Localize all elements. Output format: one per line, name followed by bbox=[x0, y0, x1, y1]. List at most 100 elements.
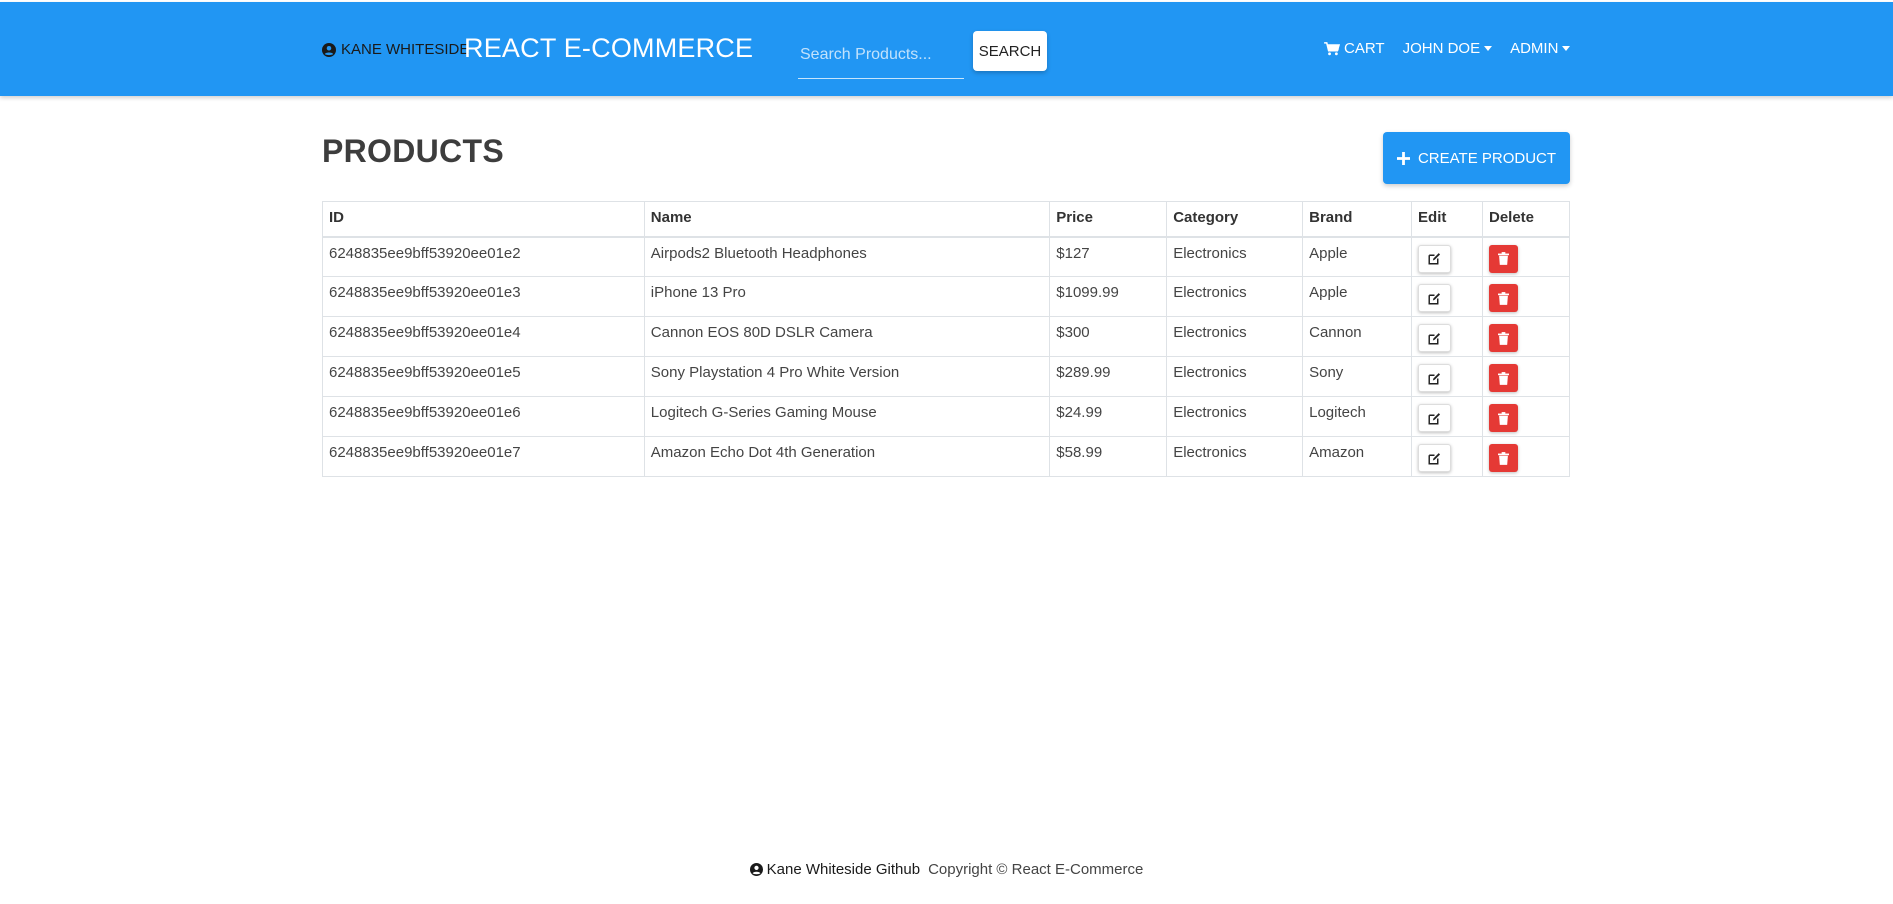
cell-delete bbox=[1481, 236, 1571, 277]
cell-edit bbox=[1411, 236, 1483, 277]
cell-category: Electronics bbox=[1166, 396, 1304, 437]
header-delete: Delete bbox=[1481, 201, 1571, 238]
footer-github-label: Kane Whiteside Github bbox=[766, 861, 921, 878]
cell-category: Electronics bbox=[1166, 316, 1304, 357]
admin-menu-label: Admin bbox=[1510, 40, 1559, 57]
header-category: Category bbox=[1166, 201, 1304, 238]
admin-menu-dropdown[interactable]: Admin bbox=[1510, 40, 1571, 57]
cell-name: Logitech G-Series Gaming Mouse bbox=[643, 396, 1051, 437]
cell-edit bbox=[1411, 276, 1483, 317]
delete-button[interactable] bbox=[1488, 364, 1518, 392]
cell-edit bbox=[1411, 316, 1483, 357]
cell-category: Electronics bbox=[1166, 276, 1304, 317]
header-brand: Brand bbox=[1302, 201, 1413, 238]
user-circle-icon bbox=[749, 863, 763, 876]
edit-icon bbox=[1428, 372, 1441, 385]
create-product-button[interactable]: Create Product bbox=[1383, 132, 1570, 184]
cell-brand: Logitech bbox=[1302, 396, 1413, 437]
table-row: 6248835ee9bff53920ee01e6 Logitech G-Serie… bbox=[322, 396, 1571, 437]
plus-icon bbox=[1396, 151, 1410, 165]
edit-button[interactable] bbox=[1418, 284, 1452, 312]
create-product-label: Create Product bbox=[1417, 149, 1557, 167]
edit-icon bbox=[1428, 412, 1441, 425]
edit-button[interactable] bbox=[1418, 324, 1452, 352]
header-edit: Edit bbox=[1411, 201, 1483, 238]
edit-icon bbox=[1428, 332, 1441, 345]
trash-icon bbox=[1497, 291, 1509, 305]
cell-name: Cannon EOS 80D DSLR Camera bbox=[643, 316, 1051, 357]
cell-id: 6248835ee9bff53920ee01e4 bbox=[322, 316, 645, 357]
cell-brand: Sony bbox=[1302, 356, 1413, 397]
cell-id: 6248835ee9bff53920ee01e7 bbox=[322, 436, 645, 477]
trash-icon bbox=[1497, 411, 1509, 425]
cell-id: 6248835ee9bff53920ee01e5 bbox=[322, 356, 645, 397]
brand-title[interactable]: React E-Commerce bbox=[464, 33, 753, 64]
cell-id: 6248835ee9bff53920ee01e2 bbox=[322, 236, 645, 277]
header-price: Price bbox=[1049, 201, 1168, 238]
cell-edit bbox=[1411, 436, 1483, 477]
edit-button[interactable] bbox=[1418, 444, 1452, 472]
cell-name: Sony Playstation 4 Pro White Version bbox=[643, 356, 1051, 397]
cell-edit bbox=[1411, 396, 1483, 437]
edit-button[interactable] bbox=[1418, 404, 1452, 432]
edit-icon bbox=[1428, 292, 1441, 305]
trash-icon bbox=[1497, 451, 1509, 465]
table-row: 6248835ee9bff53920ee01e7 Amazon Echo Dot … bbox=[322, 436, 1571, 477]
cell-brand: Amazon bbox=[1302, 436, 1413, 477]
cell-delete bbox=[1481, 356, 1571, 397]
footer: Kane Whiteside Github Copyright © React … bbox=[0, 861, 1893, 878]
edit-icon bbox=[1428, 253, 1441, 265]
delete-button[interactable] bbox=[1488, 244, 1518, 273]
user-menu-dropdown[interactable]: John Doe bbox=[1403, 40, 1493, 57]
cell-price: $58.99 bbox=[1049, 436, 1168, 477]
nav-right: Cart John Doe Admin bbox=[1324, 40, 1588, 57]
products-table: ID Name Price Category Brand Edit Delete… bbox=[322, 201, 1571, 477]
cell-brand: Cannon bbox=[1302, 316, 1413, 357]
cart-link[interactable]: Cart bbox=[1324, 40, 1385, 57]
cell-name: Amazon Echo Dot 4th Generation bbox=[643, 436, 1051, 477]
cell-price: $1099.99 bbox=[1049, 276, 1168, 317]
cell-brand: Apple bbox=[1302, 236, 1413, 277]
cell-id: 6248835ee9bff53920ee01e3 bbox=[322, 276, 645, 317]
header-id: ID bbox=[322, 201, 645, 238]
cart-label: Cart bbox=[1344, 40, 1385, 57]
delete-button[interactable] bbox=[1488, 404, 1518, 432]
cell-price: $127 bbox=[1049, 236, 1168, 277]
trash-icon bbox=[1497, 371, 1509, 385]
delete-button[interactable] bbox=[1488, 284, 1518, 312]
table-row: 6248835ee9bff53920ee01e2 Airpods2 Bluetoo… bbox=[322, 236, 1571, 277]
search-input[interactable] bbox=[798, 32, 964, 79]
edit-button[interactable] bbox=[1418, 364, 1452, 392]
cell-brand: Apple bbox=[1302, 276, 1413, 317]
cell-delete bbox=[1481, 396, 1571, 437]
navbar: Kane Whiteside React E-Commerce Search C… bbox=[0, 2, 1893, 96]
cart-icon bbox=[1324, 41, 1340, 55]
table-header-row: ID Name Price Category Brand Edit Delete bbox=[322, 201, 1571, 238]
table-body: 6248835ee9bff53920ee01e2 Airpods2 Bluetoo… bbox=[322, 236, 1571, 477]
table-row: 6248835ee9bff53920ee01e5 Sony Playstation… bbox=[322, 356, 1571, 397]
table-row: 6248835ee9bff53920ee01e4 Cannon EOS 80D D… bbox=[322, 316, 1571, 357]
cell-delete bbox=[1481, 436, 1571, 477]
delete-button[interactable] bbox=[1488, 444, 1518, 472]
github-link[interactable]: Kane Whiteside bbox=[322, 41, 469, 58]
table-row: 6248835ee9bff53920ee01e3 iPhone 13 Pro $10… bbox=[322, 276, 1571, 317]
edit-button[interactable] bbox=[1418, 244, 1452, 273]
header-name: Name bbox=[643, 201, 1051, 238]
cell-delete bbox=[1481, 316, 1571, 357]
github-label: Kane Whiteside bbox=[341, 41, 470, 58]
cell-name: iPhone 13 Pro bbox=[643, 276, 1051, 317]
cell-category: Electronics bbox=[1166, 236, 1304, 277]
delete-button[interactable] bbox=[1488, 324, 1518, 352]
footer-github-link[interactable]: Kane Whiteside Github bbox=[749, 861, 921, 878]
edit-icon bbox=[1428, 452, 1441, 465]
footer-copyright: Copyright © React E-Commerce bbox=[928, 861, 1144, 878]
cell-category: Electronics bbox=[1166, 436, 1304, 477]
cell-id: 6248835ee9bff53920ee01e6 bbox=[322, 396, 645, 437]
chevron-down-icon bbox=[1562, 46, 1571, 51]
user-menu-label: John Doe bbox=[1402, 40, 1481, 57]
search-button[interactable]: Search bbox=[973, 31, 1047, 71]
cell-delete bbox=[1481, 276, 1571, 317]
trash-icon bbox=[1497, 252, 1509, 265]
page-title: Products bbox=[322, 133, 504, 169]
cell-category: Electronics bbox=[1166, 356, 1304, 397]
